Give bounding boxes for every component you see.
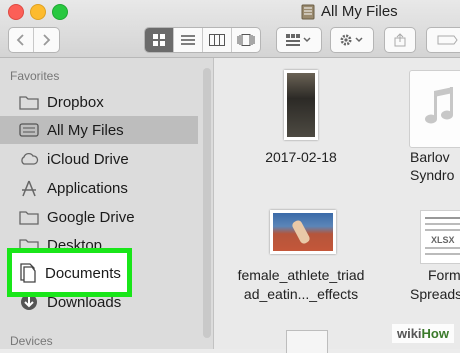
all-files-icon — [18, 120, 40, 140]
sidebar-item-dropbox[interactable]: Dropbox — [0, 88, 198, 116]
icon-view-button[interactable] — [145, 28, 174, 52]
zoom-button[interactable] — [52, 4, 68, 20]
minimize-button[interactable] — [30, 4, 46, 20]
sidebar: Favorites Dropbox All My Files iCloud Dr… — [0, 58, 214, 349]
folder-icon — [18, 207, 40, 227]
sidebar-item-all-my-files[interactable]: All My Files — [0, 116, 198, 144]
file-thumbnail[interactable] — [270, 210, 336, 254]
close-button[interactable] — [8, 4, 24, 20]
list-icon — [181, 35, 195, 45]
coverflow-icon — [237, 34, 255, 46]
action-button[interactable] — [330, 27, 374, 53]
list-view-button[interactable] — [174, 28, 203, 52]
window-title-text: All My Files — [321, 3, 398, 20]
tags-button[interactable] — [426, 27, 460, 53]
file-name-line1: Form — [428, 267, 460, 283]
chevron-right-icon — [43, 34, 51, 46]
cover-flow-view-button[interactable] — [232, 28, 260, 52]
cloud-icon — [18, 149, 40, 169]
sidebar-item-label: iCloud Drive — [47, 150, 129, 168]
all-files-icon — [301, 4, 315, 19]
file-name-line1: female_athlete_triad — [237, 267, 365, 283]
share-button[interactable] — [384, 27, 416, 53]
share-icon — [394, 33, 406, 47]
watermark-text-a: wiki — [396, 326, 422, 341]
chevron-left-icon — [16, 34, 24, 46]
watermark-text-b: How — [421, 326, 449, 341]
file-thumbnail-spreadsheet[interactable]: XLSX — [420, 210, 460, 264]
file-type-badge: XLSX — [431, 235, 455, 245]
file-thumbnail[interactable] — [284, 70, 318, 140]
sidebar-scrollbar[interactable] — [203, 68, 211, 338]
forward-button[interactable] — [34, 28, 58, 52]
sidebar-item-applications[interactable]: Applications — [0, 174, 198, 202]
folder-icon — [18, 92, 40, 112]
toolbar: All My Files — [0, 0, 460, 58]
sidebar-item-label: All My Files — [47, 121, 124, 139]
favorites-header: Favorites — [10, 69, 60, 83]
watermark: wikiHow — [391, 324, 454, 343]
grid-icon — [153, 34, 165, 46]
file-name-line2: Spreads — [410, 286, 460, 302]
sidebar-item-label: Applications — [47, 179, 128, 197]
file-name-line1: Barlov — [410, 149, 450, 165]
column-view-button[interactable] — [203, 28, 232, 52]
nav-buttons — [8, 27, 60, 53]
file-thumbnail-audio[interactable] — [409, 70, 460, 148]
columns-icon — [209, 34, 225, 46]
sidebar-item-google-drive[interactable]: Google Drive — [0, 203, 198, 231]
arrange-button[interactable] — [276, 27, 322, 53]
sidebar-item-label: Google Drive — [47, 208, 135, 226]
arrange-icon — [286, 34, 311, 46]
applications-icon — [18, 178, 40, 198]
window-title: All My Files — [300, 3, 398, 20]
gear-icon — [340, 34, 363, 46]
file-name: 2017-02-18 — [265, 149, 337, 165]
file-name-line2: Syndro — [410, 167, 455, 183]
sidebar-item-label: Dropbox — [47, 93, 104, 111]
back-button[interactable] — [9, 28, 34, 52]
file-name-line2: ad_eatin..._effects — [243, 286, 359, 302]
view-mode-control — [144, 27, 261, 53]
highlight-box — [7, 248, 132, 297]
file-thumbnail[interactable] — [286, 330, 328, 353]
sidebar-item-icloud-drive[interactable]: iCloud Drive — [0, 145, 198, 173]
devices-header: Devices — [10, 334, 53, 348]
file-grid: 2017-02-18 Barlov Syndro female_athlete_… — [214, 58, 460, 353]
tag-icon — [437, 35, 458, 45]
music-note-icon — [425, 87, 453, 124]
